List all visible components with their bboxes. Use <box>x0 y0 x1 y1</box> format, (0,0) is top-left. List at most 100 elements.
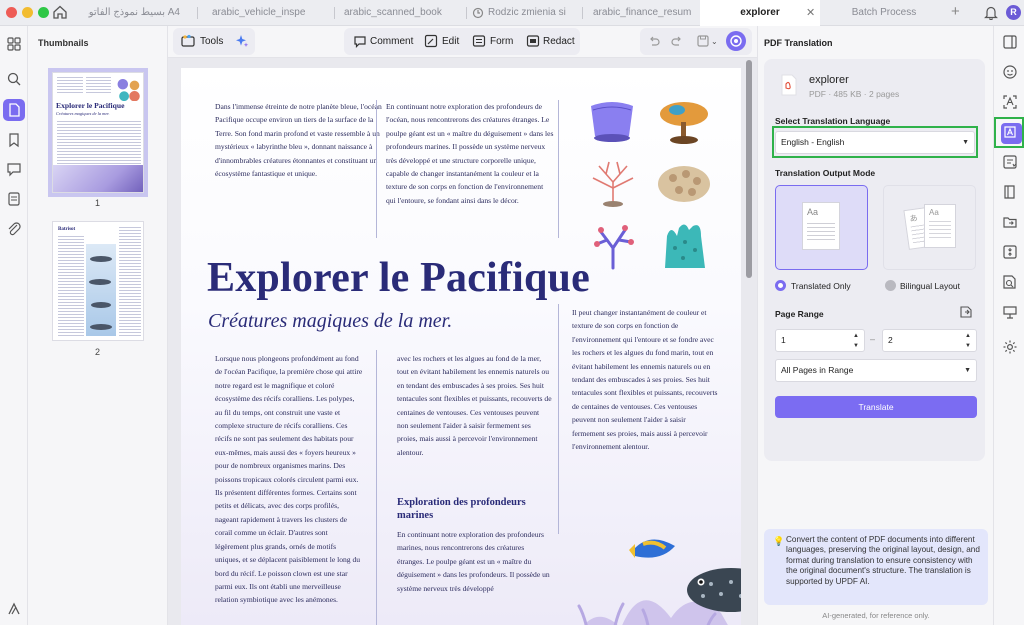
thumbnail-page-1[interactable]: Explorer le Pacifique Créatures magiques… <box>48 68 148 197</box>
minimize-window-button[interactable] <box>22 7 33 18</box>
tab-invoice[interactable]: A4 بسيط نموذج الفاتورة <box>88 0 188 26</box>
compress-icon[interactable] <box>1002 244 1018 260</box>
dropdown-caret-icon: ▼ <box>964 367 971 374</box>
translate-icon[interactable] <box>1002 124 1018 140</box>
tab-explorer[interactable]: explorer <box>700 0 820 26</box>
dropdown-caret-icon: ▼ <box>962 139 969 146</box>
ai-assistant-toolbar-icon[interactable] <box>726 31 746 51</box>
redo-icon[interactable] <box>670 34 684 48</box>
close-tab-icon[interactable]: ✕ <box>806 0 815 26</box>
tab-scanned-book[interactable]: arabic_scanned_book <box>336 0 466 26</box>
reef-fish-image <box>577 539 741 625</box>
form-button[interactable]: Form <box>490 28 513 55</box>
coral-reef-paragraph: Lorsque nous plongeons profondément au f… <box>215 354 363 605</box>
comment-icon[interactable] <box>6 161 22 177</box>
redact-button[interactable]: Redact <box>543 28 575 55</box>
ocr-icon[interactable] <box>1002 94 1018 110</box>
tab-rodzic[interactable]: Rodzic zmienia si <box>480 0 580 26</box>
range-option-select[interactable]: All Pages in Range ▼ <box>775 359 977 382</box>
language-label: Select Translation Language <box>775 116 891 126</box>
tab-finance-resume[interactable]: arabic_finance_resum <box>585 0 697 26</box>
book-panel-icon[interactable] <box>1002 34 1018 50</box>
page-range-settings-icon[interactable] <box>959 305 973 319</box>
thumbnail-mini-subtitle: Créatures magiques de la mer. <box>56 111 110 116</box>
search-icon[interactable] <box>6 71 22 87</box>
file-meta: PDF · 485 KB · 2 pages <box>809 89 900 99</box>
language-value: English - English <box>781 137 845 147</box>
comment-button[interactable]: Comment <box>370 28 413 55</box>
bilingual-layout-radio[interactable] <box>885 280 896 291</box>
maximize-window-button[interactable] <box>38 7 49 18</box>
document-subtitle: Créatures magiques de la mer. <box>208 310 453 332</box>
avatar[interactable]: R <box>1006 5 1021 20</box>
redact-tool-icon <box>526 35 540 47</box>
ai-sparkle-icon[interactable] <box>235 34 249 48</box>
octopus-paragraph: En continuant notre exploration des prof… <box>386 102 554 205</box>
orange-coral-image <box>660 102 708 144</box>
bookmark-icon[interactable] <box>6 132 22 148</box>
translated-only-card[interactable]: Aa <box>775 185 868 270</box>
range-to-input[interactable]: 2 ▲ ▼ <box>882 329 977 352</box>
range-from-input[interactable]: 1 ▲ ▼ <box>775 329 865 352</box>
info-tip: 💡 Convert the content of PDF documents i… <box>764 529 988 605</box>
color-change-paragraph: Il peut changer instantanément de couleu… <box>572 308 718 452</box>
gear-icon[interactable] <box>1002 339 1018 355</box>
new-tab-icon[interactable]: + <box>951 0 960 24</box>
close-window-button[interactable] <box>6 7 17 18</box>
stepper-icon[interactable]: ▲ ▼ <box>965 331 971 351</box>
translated-only-radio[interactable] <box>775 280 786 291</box>
range-dash: – <box>870 334 876 344</box>
document-viewport[interactable]: Dans l'immense étreinte de notre planète… <box>168 58 757 625</box>
thumbnail-text-block <box>58 236 84 336</box>
translate-button[interactable]: Translate <box>775 396 977 418</box>
tools-icon <box>181 34 195 47</box>
tools-button[interactable]: Tools <box>200 28 223 55</box>
book-icon[interactable] <box>1002 184 1018 200</box>
column-divider <box>558 304 559 534</box>
blue-coral-image <box>591 102 633 142</box>
ai-disclaimer: AI-generated, for reference only. <box>822 611 930 620</box>
bell-icon[interactable] <box>984 5 998 20</box>
double-page-icon: Aa <box>924 204 956 248</box>
document-icon[interactable] <box>3 99 25 121</box>
intro-paragraph: Dans l'immense étreinte de notre planète… <box>215 102 382 179</box>
document-search-icon[interactable] <box>1002 274 1018 290</box>
bilingual-layout-card[interactable]: あ Aa <box>883 185 976 270</box>
attachment-icon[interactable] <box>6 221 22 237</box>
ai-assistant-icon[interactable] <box>1002 64 1018 80</box>
undo-icon[interactable] <box>647 34 661 48</box>
thumbnail-page-number: 2 <box>95 347 101 357</box>
layers-icon[interactable] <box>6 191 22 207</box>
comment-tool-icon <box>354 36 366 48</box>
column-divider <box>558 100 559 238</box>
edit-modes-group: Comment Edit Form Redact <box>344 28 580 55</box>
history-group: ⌄ <box>640 28 752 55</box>
save-icon[interactable] <box>696 34 710 48</box>
settings-icon[interactable] <box>1002 310 1018 326</box>
language-select[interactable]: English - English ▼ <box>775 131 975 154</box>
column-divider <box>376 350 377 625</box>
thumbnail-text-block <box>57 121 141 165</box>
tab-vehicle-inspection[interactable]: arabic_vehicle_inspe <box>204 0 334 26</box>
edit-tool-icon <box>424 34 438 48</box>
bilingual-layout-label: Bilingual Layout <box>900 281 961 291</box>
thumbnail-whales-image <box>86 244 116 336</box>
form-tool-icon <box>472 35 486 47</box>
stepper-icon[interactable]: ▲ ▼ <box>853 331 859 351</box>
right-rail <box>993 26 1024 625</box>
tab-batch-process[interactable]: Batch Process <box>825 0 943 26</box>
thumbnail-page-2[interactable]: Batrisot <box>52 221 144 341</box>
folder-convert-icon[interactable] <box>1002 214 1018 230</box>
edit-button[interactable]: Edit <box>442 28 459 55</box>
grid-icon[interactable] <box>6 36 22 52</box>
pdf-page: Dans l'immense étreinte de notre planète… <box>181 68 741 625</box>
chevron-down-icon[interactable]: ⌄ <box>711 28 718 55</box>
updf-logo-icon[interactable] <box>6 601 22 617</box>
document-scrollbar[interactable] <box>746 60 752 278</box>
home-icon[interactable] <box>52 4 68 20</box>
tools-group: Tools <box>173 28 255 55</box>
smart-form-icon[interactable] <box>1002 154 1018 170</box>
fan-coral-image <box>592 161 634 207</box>
thumbnail-text-block <box>119 227 141 336</box>
pdf-file-icon <box>781 74 797 96</box>
